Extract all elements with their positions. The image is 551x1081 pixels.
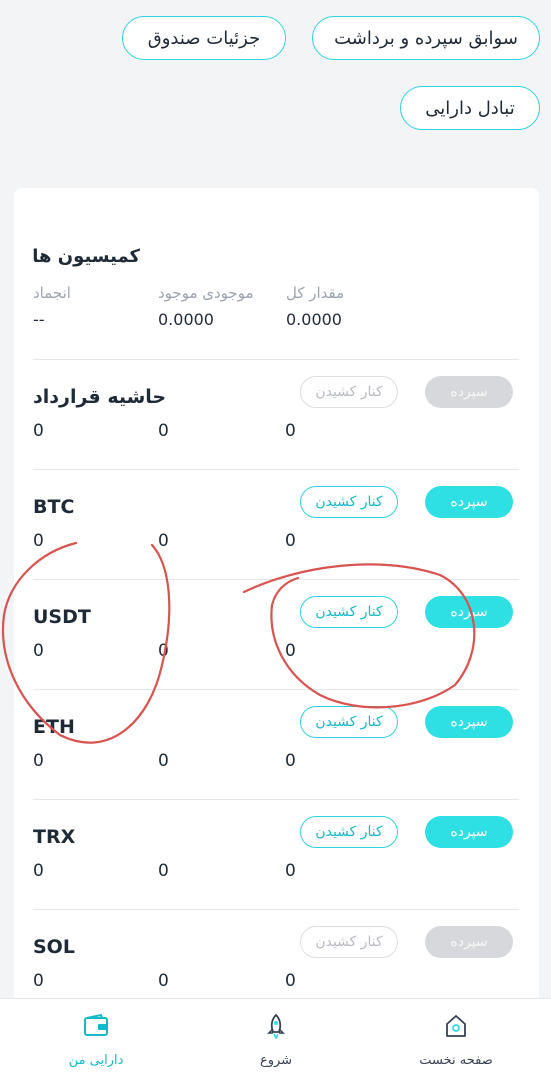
- deposit-button[interactable]: سپرده: [425, 486, 513, 518]
- asset-value-1: 0: [33, 641, 44, 661]
- withdraw-button[interactable]: کنار کشیدن: [300, 816, 398, 848]
- available-balance-label: موجودی موجود: [158, 284, 254, 302]
- asset-value-3: 0: [285, 641, 296, 661]
- asset-value-2: 0: [158, 971, 169, 991]
- asset-name: USDT: [33, 606, 91, 628]
- deposit-button[interactable]: سپرده: [425, 816, 513, 848]
- asset-value-3: 0: [285, 531, 296, 551]
- asset-name: ETH: [33, 716, 75, 738]
- asset-value-2: 0: [158, 421, 169, 441]
- asset-value-2: 0: [158, 861, 169, 881]
- asset-exchange-button[interactable]: تبادل دارایی: [400, 86, 540, 130]
- asset-value-1: 0: [33, 861, 44, 881]
- deposit-withdraw-history-button[interactable]: سوابق سپرده و برداشت: [312, 16, 540, 60]
- asset-value-1: 0: [33, 751, 44, 771]
- asset-value-2: 0: [158, 641, 169, 661]
- withdraw-button[interactable]: کنار کشیدن: [300, 376, 398, 408]
- deposit-button[interactable]: سپرده: [425, 926, 513, 958]
- nav-label: دارایی من: [68, 1053, 124, 1068]
- nav-label: صفحه نخست: [419, 1053, 493, 1068]
- asset-row-eth: ETH کنار کشیدن سپرده 0 0 0: [33, 689, 519, 800]
- asset-value-1: 0: [33, 531, 44, 551]
- total-amount-value: 0.0000: [286, 310, 342, 329]
- asset-row-usdt: USDT کنار کشیدن سپرده 0 0 0: [33, 579, 519, 690]
- assets-card: کمیسیون ها مقدار کل موجودی موجود انجماد …: [14, 188, 539, 1018]
- wallet-icon: [84, 1013, 108, 1036]
- asset-name: TRX: [33, 826, 76, 848]
- asset-value-3: 0: [285, 421, 296, 441]
- asset-name: BTC: [33, 496, 75, 518]
- deposit-button[interactable]: سپرده: [425, 596, 513, 628]
- total-amount-label: مقدار کل: [286, 284, 345, 302]
- available-balance-value: 0.0000: [158, 310, 214, 329]
- rocket-icon: [267, 1013, 285, 1039]
- nav-home[interactable]: صفحه نخست: [386, 999, 526, 1081]
- asset-name: SOL: [33, 936, 75, 958]
- commission-title: کمیسیون ها: [32, 246, 140, 267]
- nav-label: شروع: [259, 1053, 293, 1068]
- asset-value-2: 0: [158, 751, 169, 771]
- fund-details-button[interactable]: جزئیات صندوق: [122, 16, 286, 60]
- deposit-button[interactable]: سپرده: [425, 376, 513, 408]
- nav-my-assets[interactable]: دارایی من: [26, 999, 166, 1081]
- withdraw-button[interactable]: کنار کشیدن: [300, 706, 398, 738]
- asset-row-btc: BTC کنار کشیدن سپرده 0 0 0: [33, 469, 519, 580]
- withdraw-button[interactable]: کنار کشیدن: [300, 926, 398, 958]
- asset-value-2: 0: [158, 531, 169, 551]
- asset-value-1: 0: [33, 971, 44, 991]
- withdraw-button[interactable]: کنار کشیدن: [300, 486, 398, 518]
- home-icon: [446, 1015, 466, 1037]
- frozen-label: انجماد: [33, 284, 71, 302]
- asset-value-3: 0: [285, 751, 296, 771]
- asset-value-3: 0: [285, 861, 296, 881]
- asset-value-3: 0: [285, 971, 296, 991]
- nav-start[interactable]: شروع: [206, 999, 346, 1081]
- asset-name: حاشیه قرارداد: [33, 386, 167, 408]
- frozen-value: --: [33, 310, 45, 329]
- bottom-nav: دارایی من شروع صفحه نخست: [0, 998, 551, 1081]
- asset-row-margin: حاشیه قرارداد کنار کشیدن سپرده 0 0 0: [33, 359, 519, 470]
- asset-row-trx: TRX کنار کشیدن سپرده 0 0 0: [33, 799, 519, 910]
- withdraw-button[interactable]: کنار کشیدن: [300, 596, 398, 628]
- deposit-button[interactable]: سپرده: [425, 706, 513, 738]
- asset-value-1: 0: [33, 421, 44, 441]
